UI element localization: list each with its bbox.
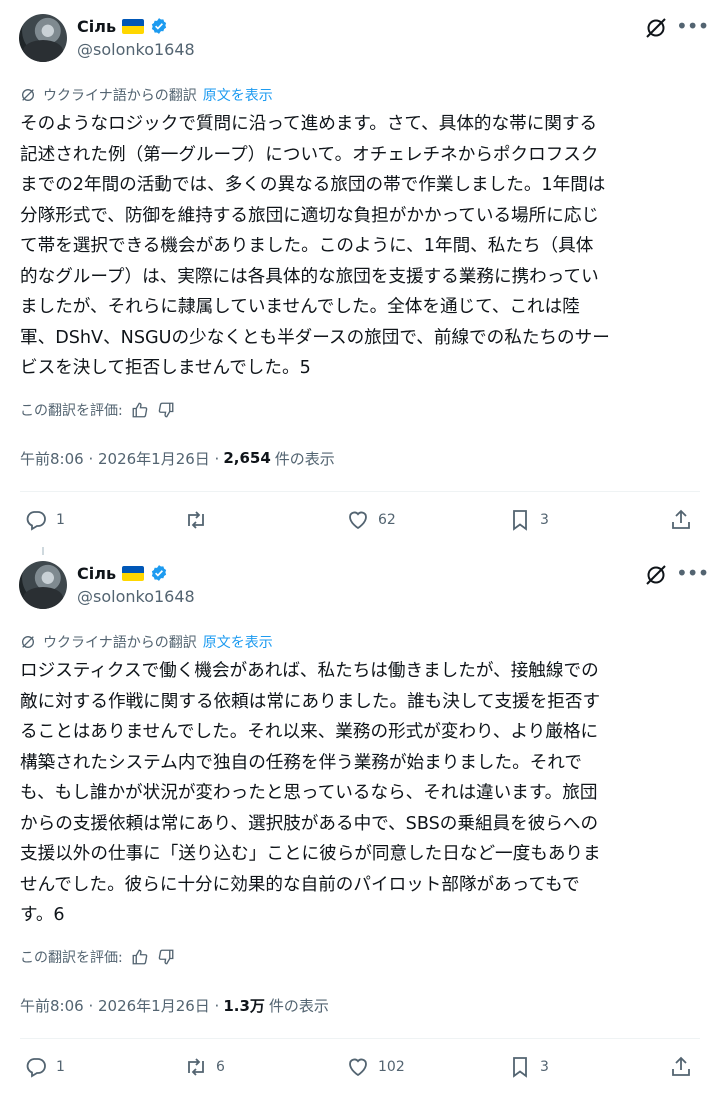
author-name[interactable]: Сіль (77, 564, 116, 583)
repost-icon (188, 511, 204, 529)
share-button[interactable] (669, 506, 693, 534)
timestamp[interactable]: 午前8:06 · 2026年1月26日 · (20, 448, 219, 469)
ukraine-flag-icon (122, 565, 145, 581)
translated-label: ウクライナ語からの翻訳 (43, 635, 197, 651)
show-original-link[interactable]: 原文を表示 (203, 632, 273, 652)
action-bar: 1 62 3 (20, 506, 700, 534)
share-icon (672, 1056, 690, 1076)
avatar[interactable] (19, 14, 67, 62)
share-icon (672, 509, 690, 529)
divider (20, 1038, 700, 1039)
tweet[interactable]: Сіль @solonko1648 ••• ウクライナ語からの翻訳 原文を表示 … (0, 547, 717, 1095)
reply-icon (26, 1058, 46, 1078)
reply-button[interactable]: 1 (24, 506, 65, 534)
reply-button[interactable]: 1 (24, 1053, 65, 1081)
thumbs-up-icon[interactable] (131, 948, 149, 966)
action-bar: 1 6 102 3 (20, 1053, 700, 1081)
repost-button[interactable] (184, 506, 216, 534)
more-options-icon[interactable]: ••• (676, 16, 709, 40)
bookmark-icon (513, 510, 527, 531)
repost-button[interactable]: 6 (184, 1053, 225, 1081)
more-options-icon[interactable]: ••• (676, 563, 709, 587)
views-label: 件の表示 (274, 449, 335, 468)
translated-label: ウクライナ語からの翻訳 (43, 88, 197, 104)
reply-count: 1 (56, 512, 65, 528)
grok-icon[interactable] (644, 16, 668, 40)
author-name[interactable]: Сіль (77, 17, 116, 36)
divider (20, 491, 700, 492)
verified-badge-icon (151, 18, 167, 34)
rate-translation-label: この翻訳を評価: (20, 950, 123, 966)
bookmark-count: 3 (540, 1059, 549, 1075)
rate-translation-label: この翻訳を評価: (20, 403, 123, 419)
verified-badge-icon (151, 565, 167, 581)
timestamp[interactable]: 午前8:06 · 2026年1月26日 · (20, 995, 219, 1016)
tweet[interactable]: Сіль @solonko1648 ••• ウクライナ語からの翻訳 原文を表示 … (0, 0, 717, 547)
avatar[interactable] (19, 561, 67, 609)
reply-count: 1 (56, 1059, 65, 1075)
like-button[interactable]: 102 (346, 1053, 405, 1081)
tweet-text: そのようなロジックで質問に沿って進めます。さて、具体的な帯に関する 記述された例… (20, 114, 610, 378)
repost-count: 6 (216, 1059, 225, 1075)
share-button[interactable] (669, 1053, 693, 1081)
repost-icon (188, 1058, 204, 1076)
thumbs-down-icon[interactable] (157, 401, 175, 419)
bookmark-icon (513, 1057, 527, 1078)
tweet-text: ロジスティクスで働く機会があれば、私たちは働きましたが、接触線での 敵に対する作… (20, 661, 601, 925)
bookmark-button[interactable]: 3 (508, 1053, 549, 1081)
thumbs-down-icon[interactable] (157, 948, 175, 966)
reply-icon (26, 511, 46, 531)
thread-line (42, 547, 44, 555)
show-original-link[interactable]: 原文を表示 (203, 85, 273, 105)
like-button[interactable]: 62 (346, 506, 396, 534)
translate-icon (22, 636, 34, 648)
view-count: 2,654 (223, 449, 271, 467)
bookmark-button[interactable]: 3 (508, 506, 549, 534)
ukraine-flag-icon (122, 18, 145, 34)
heart-icon (349, 1058, 367, 1077)
author-handle[interactable]: @solonko1648 (77, 40, 195, 59)
translate-icon (22, 89, 34, 101)
like-count: 102 (378, 1059, 405, 1075)
heart-icon (349, 511, 367, 530)
views-label: 件の表示 (268, 996, 329, 1015)
view-count: 1.3万 (223, 996, 265, 1015)
thumbs-up-icon[interactable] (131, 401, 149, 419)
like-count: 62 (378, 512, 396, 528)
bookmark-count: 3 (540, 512, 549, 528)
grok-icon[interactable] (644, 563, 668, 587)
author-handle[interactable]: @solonko1648 (77, 587, 195, 606)
